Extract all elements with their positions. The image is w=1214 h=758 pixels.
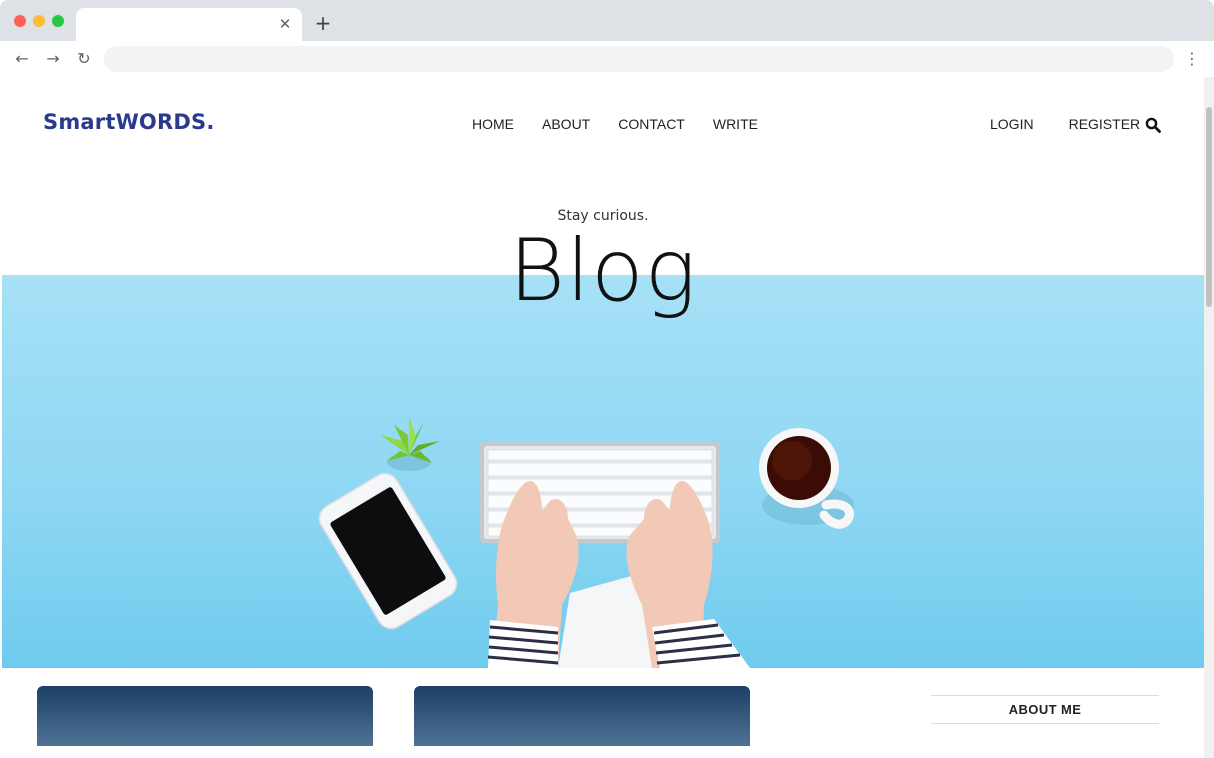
web-page: SmartWORDS. HOME ABOUT CONTACT WRITE LOG… [2,77,1204,758]
nav-write[interactable]: WRITE [713,116,758,132]
auth-nav: LOGIN REGISTER [990,116,1140,132]
nav-home[interactable]: HOME [472,116,514,132]
nav-contact[interactable]: CONTACT [618,116,685,132]
nav-about[interactable]: ABOUT [542,116,590,132]
search-icon[interactable] [1145,117,1161,133]
reload-icon[interactable]: ↻ [73,48,95,70]
desk-illustration [318,415,854,668]
post-card-image[interactable] [414,686,750,746]
coffee-cup-icon [759,428,854,529]
sidebar-about-title: ABOUT ME [1008,702,1082,717]
site-logo[interactable]: SmartWORDS. [43,110,215,134]
main-nav: HOME ABOUT CONTACT WRITE [472,116,758,132]
sidebar-about: ABOUT ME [931,695,1159,724]
browser-toolbar: ← → ↻ ⋮ [0,41,1214,77]
minimize-window-button[interactable] [33,15,45,27]
nav-login[interactable]: LOGIN [990,116,1034,132]
hero-image [2,275,1204,668]
address-bar[interactable] [104,46,1174,72]
browser-menu-icon[interactable]: ⋮ [1182,48,1202,70]
nav-register[interactable]: REGISTER [1069,116,1141,132]
back-arrow-icon[interactable]: ← [11,48,33,70]
post-card-image[interactable] [37,686,373,746]
browser-tab[interactable]: ✕ [76,8,302,41]
hero-title: Blog [508,221,698,321]
smartphone-icon [318,472,458,630]
close-window-button[interactable] [14,15,26,27]
plant-icon [380,415,440,471]
maximize-window-button[interactable] [52,15,64,27]
tab-close-icon[interactable]: ✕ [276,15,294,33]
scrollbar-thumb[interactable] [1206,107,1212,307]
browser-window: ✕ + ← → ↻ ⋮ SmartWORDS. HOME ABOUT CONTA… [0,0,1214,758]
tab-bar: ✕ + [0,0,1214,41]
forward-arrow-icon[interactable]: → [42,48,64,70]
new-tab-button[interactable]: + [313,13,333,33]
page-scrollbar[interactable] [1204,77,1214,758]
